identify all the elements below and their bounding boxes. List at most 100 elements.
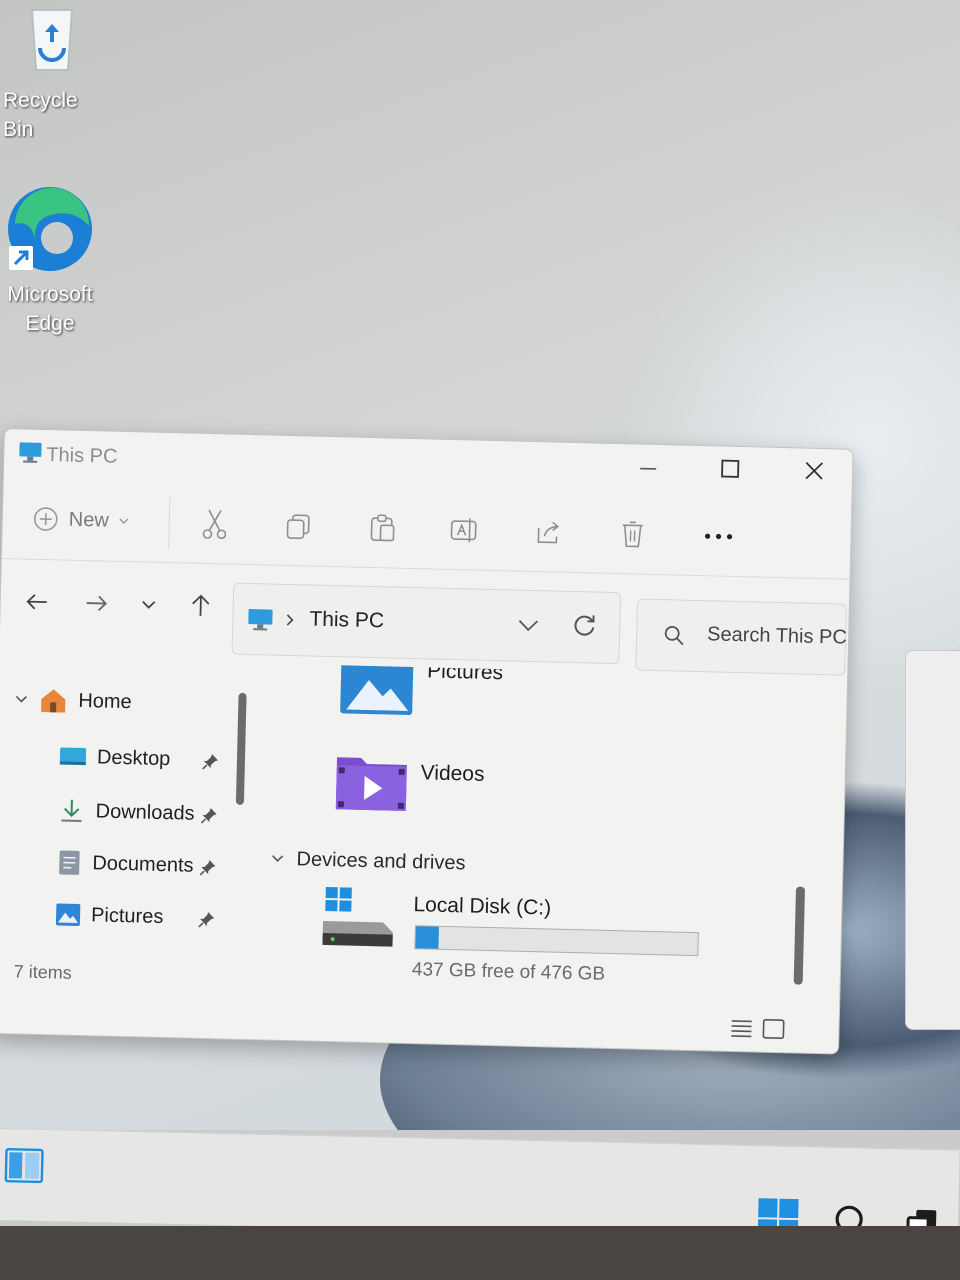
group-label: Devices and drives [296,848,466,875]
folder-item-pictures[interactable]: Pictures [330,663,592,727]
videos-folder-icon [335,757,407,811]
toolbar-divider [168,497,171,550]
drive-item-local-disk[interactable]: Local Disk (C:) 437 GB free of 476 GB [254,879,716,990]
cut-icon [202,509,227,540]
content-pane: Pictures Videos Devices and drives Local… [253,663,821,1007]
taskbar [0,1128,960,1242]
background-window-edge[interactable] [905,650,960,1030]
desktop-item-label: Recycle Bin [3,89,78,141]
rename-button[interactable] [444,510,485,551]
edge-icon [5,184,95,274]
new-button[interactable]: New [32,502,129,538]
tiles-view-button[interactable] [760,1016,787,1043]
content-scrollbar[interactable] [793,886,806,985]
arrow-up-icon [192,594,210,616]
details-view-button[interactable] [728,1015,755,1042]
breadcrumb-chevron-icon [285,613,295,632]
recent-locations-button[interactable] [130,586,167,623]
sidebar-item-label: Desktop [96,745,171,770]
sidebar-item-pictures[interactable]: Pictures [55,896,164,935]
monitor-bezel [0,1226,960,1280]
chevron-down-icon [142,600,156,609]
sidebar-item-desktop[interactable]: Desktop [59,738,171,777]
paste-icon [370,514,395,542]
sidebar-item-label: Documents [92,851,194,877]
desktop-item-recycle-bin[interactable]: Recycle Bin [2,0,102,144]
drive-free-space: 437 GB free of 476 GB [411,959,606,985]
desktop-item-label: Microsoft Edge [7,283,93,335]
drive-label: Local Disk (C:) [413,893,552,920]
rename-icon [450,518,477,543]
address-bar[interactable]: This PC [231,582,622,665]
close-button[interactable] [786,450,843,495]
chevron-down-icon [272,855,284,862]
sidebar-item-documents[interactable]: Documents [56,844,194,883]
recycle-bin-icon [20,0,84,78]
address-dropdown-button[interactable] [517,619,539,639]
sidebar-item-home[interactable]: Home [14,681,132,720]
sidebar-item-label: Home [78,689,132,713]
this-pc-icon [18,441,43,469]
arrow-right-icon [86,595,108,612]
share-button[interactable] [528,512,569,553]
desktop-item-edge[interactable]: Microsoft Edge [0,184,100,338]
pictures-icon [55,903,81,926]
status-item-count: 7 items [13,961,72,983]
add-icon [33,507,58,531]
sidebar-item-downloads[interactable]: Downloads [57,792,195,831]
maximize-button[interactable] [702,448,759,493]
search-icon [663,624,686,652]
sidebar-item-label: Downloads [95,799,195,825]
back-button[interactable] [18,583,55,620]
desktop-folder-icon [59,747,87,766]
this-pc-icon [247,608,274,638]
pin-icon [202,754,218,770]
navigation-bar: This PC Search This PC [0,573,849,676]
tiles-view-icon [762,1018,785,1039]
windows-drive-icon [322,887,393,947]
minimize-button[interactable] [620,446,677,491]
paste-button[interactable] [362,508,403,549]
search-box[interactable]: Search This PC [635,598,847,676]
search-input[interactable]: Search This PC [707,623,847,649]
chevron-down-icon [518,620,539,632]
drive-usage-bar [414,925,699,957]
group-header-devices[interactable]: Devices and drives [270,846,571,883]
copy-icon [286,514,310,540]
pin-icon [200,808,217,824]
chevron-down-icon [119,518,129,524]
document-icon [59,850,80,875]
snap-layout-icon [4,1147,44,1184]
folder-item-videos[interactable]: Videos [327,749,589,835]
folder-label: Pictures [426,663,504,685]
file-explorer-window[interactable]: This PC New This PC Search This PC Home … [0,428,854,1055]
delete-button[interactable] [612,514,653,555]
snap-layout-button[interactable] [3,1145,46,1186]
refresh-icon [574,615,595,636]
window-title: This PC [46,444,118,468]
home-icon [41,689,66,713]
arrow-left-icon [26,594,47,610]
chevron-down-icon [15,695,27,703]
pictures-folder-icon [340,663,414,715]
copy-button[interactable] [278,506,319,547]
download-icon [61,799,82,823]
drive-usage-fill [415,926,439,949]
folder-label: Videos [420,761,485,786]
pin-icon [198,912,215,928]
more-icon [704,533,733,540]
pin-icon [199,860,216,876]
refresh-button[interactable] [571,612,598,644]
cut-button[interactable] [194,504,235,545]
details-view-icon [731,1020,752,1038]
new-label: New [68,508,110,532]
share-icon [537,521,560,544]
sidebar-item-label: Pictures [90,903,164,928]
up-button[interactable] [182,587,219,624]
delete-icon [622,521,643,548]
navigation-pane: Home Desktop Downloads Documents Picture… [0,675,249,981]
forward-button[interactable] [78,585,115,622]
breadcrumb-this-pc[interactable]: This PC [309,608,384,634]
more-options-button[interactable] [698,516,739,557]
command-bar: New [1,485,852,580]
